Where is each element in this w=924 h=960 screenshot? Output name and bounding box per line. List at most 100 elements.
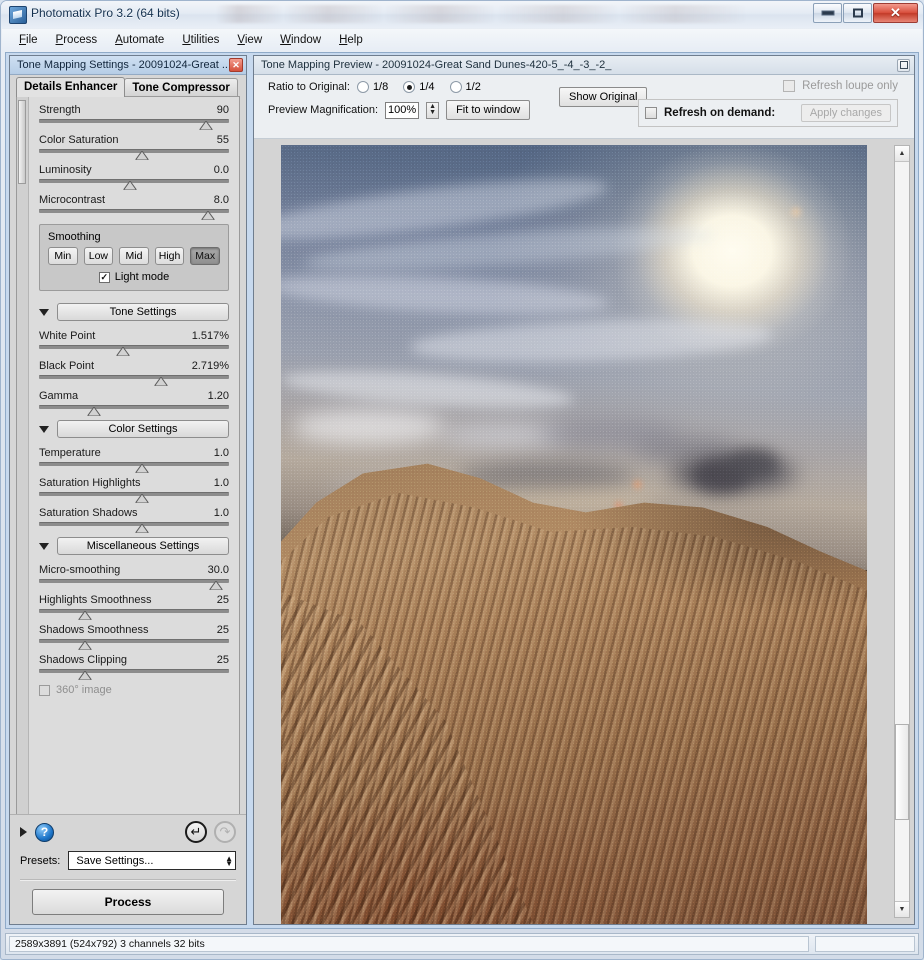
- menu-file[interactable]: File: [10, 31, 47, 49]
- slider-thumb[interactable]: [78, 641, 91, 650]
- slider-thumb[interactable]: [88, 407, 101, 416]
- slider-temperature[interactable]: Temperature1.0: [39, 447, 229, 466]
- slider-thumb[interactable]: [78, 611, 91, 620]
- menu-help[interactable]: Help: [330, 31, 372, 49]
- slider-thumb[interactable]: [135, 151, 148, 160]
- magnification-input[interactable]: 100%: [385, 102, 419, 119]
- refresh-loupe-row[interactable]: Refresh loupe only: [638, 80, 898, 92]
- ratio-option-1-4[interactable]: 1/4: [403, 81, 434, 93]
- slider-track[interactable]: [39, 149, 229, 153]
- menu-utilities[interactable]: Utilities: [173, 31, 228, 49]
- slider-luminosity[interactable]: Luminosity0.0: [39, 164, 229, 183]
- tab-tone-compressor[interactable]: Tone Compressor: [124, 78, 238, 97]
- light-mode-row[interactable]: ✓ Light mode: [48, 271, 220, 283]
- light-mode-checkbox[interactable]: ✓: [99, 272, 110, 283]
- radio-icon[interactable]: [357, 81, 369, 93]
- slider-track[interactable]: [39, 522, 229, 526]
- ratio-option-1-8[interactable]: 1/8: [357, 81, 388, 93]
- preview-restore-button[interactable]: [897, 59, 910, 72]
- tone-settings-section-header[interactable]: Tone Settings: [39, 303, 229, 321]
- chevron-down-icon[interactable]: [39, 309, 49, 316]
- settings-close-button[interactable]: ✕: [229, 58, 243, 72]
- image-360-checkbox[interactable]: [39, 685, 50, 696]
- slider-highlights-smoothness[interactable]: Highlights Smoothness25: [39, 594, 229, 613]
- radio-icon[interactable]: [450, 81, 462, 93]
- tab-details-enhancer[interactable]: Details Enhancer: [16, 77, 125, 97]
- slider-strength[interactable]: Strength90: [39, 104, 229, 123]
- settings-scrollbar-thumb[interactable]: [18, 100, 26, 184]
- slider-thumb[interactable]: [135, 524, 148, 533]
- slider-track[interactable]: [39, 209, 229, 213]
- scrollbar-trough[interactable]: [895, 162, 909, 901]
- chevron-down-icon[interactable]: [39, 426, 49, 433]
- tone-settings-button[interactable]: Tone Settings: [57, 303, 229, 321]
- slider-thumb[interactable]: [135, 494, 148, 503]
- slider-thumb[interactable]: [124, 181, 137, 190]
- presets-dropdown[interactable]: Save Settings... ▲▼: [68, 851, 236, 870]
- menu-automate[interactable]: Automate: [106, 31, 173, 49]
- redo-button[interactable]: ↷: [214, 821, 236, 843]
- slider-track[interactable]: [39, 462, 229, 466]
- menu-window[interactable]: Window: [271, 31, 330, 49]
- settings-scrollbar[interactable]: [17, 97, 29, 814]
- slider-thumb[interactable]: [209, 581, 222, 590]
- slider-saturation-shadows[interactable]: Saturation Shadows1.0: [39, 507, 229, 526]
- slider-color-saturation[interactable]: Color Saturation55: [39, 134, 229, 153]
- smoothing-max-button[interactable]: Max: [190, 247, 220, 265]
- close-button[interactable]: ✕: [873, 3, 918, 23]
- ratio-option-1-2[interactable]: 1/2: [450, 81, 481, 93]
- scroll-down-button[interactable]: ▼: [895, 901, 909, 917]
- slider-track[interactable]: [39, 609, 229, 613]
- smoothing-mid-button[interactable]: Mid: [119, 247, 149, 265]
- show-original-button[interactable]: Show Original: [559, 87, 647, 107]
- slider-thumb[interactable]: [116, 347, 129, 356]
- slider-microcontrast[interactable]: Microcontrast8.0: [39, 194, 229, 213]
- color-settings-section-header[interactable]: Color Settings: [39, 420, 229, 438]
- slider-track[interactable]: [39, 579, 229, 583]
- chevron-down-icon[interactable]: [39, 543, 49, 550]
- scrollbar-thumb[interactable]: [895, 724, 909, 820]
- slider-track[interactable]: [39, 375, 229, 379]
- slider-black-point[interactable]: Black Point2.719%: [39, 360, 229, 379]
- minimize-button[interactable]: [813, 3, 842, 23]
- maximize-button[interactable]: [843, 3, 872, 23]
- slider-shadows-clipping[interactable]: Shadows Clipping25: [39, 654, 229, 673]
- scroll-up-button[interactable]: ▲: [895, 146, 909, 162]
- slider-track[interactable]: [39, 492, 229, 496]
- refresh-on-demand-checkbox[interactable]: [645, 107, 657, 119]
- slider-thumb[interactable]: [154, 377, 167, 386]
- slider-thumb[interactable]: [202, 211, 215, 220]
- menu-process[interactable]: Process: [47, 31, 107, 49]
- preview-vertical-scrollbar[interactable]: ▲ ▼: [894, 145, 910, 918]
- slider-gamma[interactable]: Gamma1.20: [39, 390, 229, 409]
- slider-thumb[interactable]: [200, 121, 213, 130]
- slider-shadows-smoothness[interactable]: Shadows Smoothness25: [39, 624, 229, 643]
- apply-changes-button[interactable]: Apply changes: [801, 104, 891, 122]
- slider-micro-smoothing[interactable]: Micro-smoothing30.0: [39, 564, 229, 583]
- slider-saturation-highlights[interactable]: Saturation Highlights1.0: [39, 477, 229, 496]
- slider-track[interactable]: [39, 669, 229, 673]
- radio-icon[interactable]: [403, 81, 415, 93]
- refresh-loupe-checkbox[interactable]: [783, 80, 795, 92]
- menu-view[interactable]: View: [228, 31, 271, 49]
- image-360-row[interactable]: 360° image: [39, 684, 229, 696]
- process-button[interactable]: Process: [32, 889, 224, 915]
- misc-settings-section-header[interactable]: Miscellaneous Settings: [39, 537, 229, 555]
- slider-track[interactable]: [39, 405, 229, 409]
- slider-track[interactable]: [39, 639, 229, 643]
- smoothing-high-button[interactable]: High: [155, 247, 185, 265]
- smoothing-low-button[interactable]: Low: [84, 247, 114, 265]
- slider-thumb[interactable]: [135, 464, 148, 473]
- miscellaneous-settings-button[interactable]: Miscellaneous Settings: [57, 537, 229, 555]
- undo-button[interactable]: ↵: [185, 821, 207, 843]
- slider-track[interactable]: [39, 179, 229, 183]
- preview-image[interactable]: [281, 145, 867, 924]
- slider-track[interactable]: [39, 345, 229, 349]
- slider-track[interactable]: [39, 119, 229, 123]
- slider-thumb[interactable]: [78, 671, 91, 680]
- help-icon[interactable]: ?: [35, 823, 54, 842]
- chevron-right-icon[interactable]: [20, 827, 27, 837]
- color-settings-button[interactable]: Color Settings: [57, 420, 229, 438]
- slider-white-point[interactable]: White Point1.517%: [39, 330, 229, 349]
- magnification-stepper[interactable]: ▲▼: [426, 102, 439, 119]
